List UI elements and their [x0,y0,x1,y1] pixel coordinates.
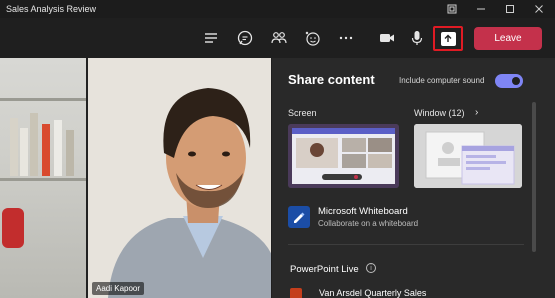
panel-scrollbar[interactable] [532,102,536,252]
whiteboard-subtitle: Collaborate on a whiteboard [318,219,419,228]
file-name: Van Arsdel Quarterly Sales [319,288,427,298]
chevron-right-icon[interactable]: › [475,107,478,118]
panel-title: Share content [288,72,375,87]
minimize-icon[interactable] [467,0,495,18]
video-stage: Aadi Kapoor [0,58,271,298]
toggle-knob [512,77,520,85]
popout-icon[interactable] [438,0,466,18]
window-title: Sales Analysis Review [6,4,97,14]
whiteboard-option[interactable]: Microsoft Whiteboard Collaborate on a wh… [288,202,528,238]
meeting-toolbar: Leave [0,18,555,58]
include-sound-label: Include computer sound [399,76,485,85]
share-content-panel: Share content Include computer sound Scr… [272,58,555,298]
reactions-icon[interactable] [302,28,322,48]
powerpoint-live-label: PowerPoint Live [290,264,359,275]
leave-button[interactable]: Leave [474,27,542,50]
participant-video [88,58,271,298]
divider [288,244,524,245]
people-icon[interactable] [269,28,289,48]
chat-icon[interactable] [235,28,255,48]
close-icon[interactable] [525,0,553,18]
maximize-icon[interactable] [496,0,524,18]
screen-preview [288,124,399,188]
camera-icon[interactable] [377,28,397,48]
screen-share-option[interactable] [288,124,399,188]
window-preview [414,124,522,188]
mic-icon[interactable] [407,28,427,48]
powerpoint-file-icon [290,288,302,298]
whiteboard-title: Microsoft Whiteboard [318,206,408,217]
title-bar: Sales Analysis Review [0,0,555,18]
window-label[interactable]: Window (12) [414,108,465,118]
share-icon [440,31,456,46]
more-icon[interactable] [336,28,356,48]
screen-label: Screen [288,108,317,118]
share-button[interactable] [433,26,463,51]
video-tile-speaker [86,58,271,298]
video-tile-secondary [0,58,86,298]
list-icon[interactable] [201,28,221,48]
info-icon[interactable]: i [366,263,376,273]
include-sound-toggle[interactable] [495,74,523,88]
participant-name: Aadi Kapoor [92,282,145,295]
powerpoint-file-item[interactable]: Van Arsdel Quarterly Sales [290,288,530,298]
window-share-option[interactable] [414,124,522,188]
whiteboard-icon [288,206,310,228]
